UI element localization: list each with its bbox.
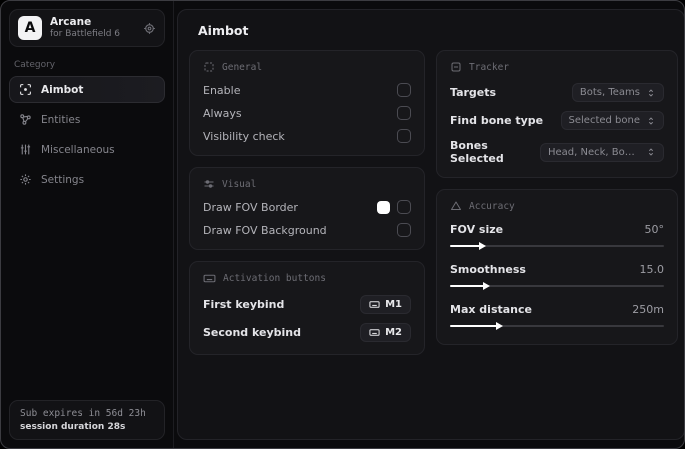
sliders-vertical-icon [19,143,32,156]
sidebar: A Arcane for Battlefield 6 Category Aimb [1,1,174,448]
setting-label: Draw FOV Border [203,200,298,214]
setting-label: First keybind [203,298,285,311]
setting-label: Max distance [450,303,532,316]
slider-value: 15.0 [639,263,665,276]
dropdown-value: Selected bone [568,115,640,126]
setting-label: Draw FOV Background [203,223,327,237]
setting-label: Targets [450,86,497,99]
fov-background-checkbox[interactable] [397,223,411,237]
logo-avatar: A [18,16,42,41]
smoothness-slider[interactable] [450,280,664,292]
keyboard-icon [369,327,380,338]
page-title: Aimbot [198,23,249,38]
chevron-up-down-icon [646,147,656,157]
setting-row-max-distance: Max distance 250m [450,303,664,332]
minus-square-icon [450,61,462,73]
max-distance-slider[interactable] [450,320,664,332]
enable-checkbox[interactable] [397,83,411,97]
accuracy-card: Accuracy FOV size 50° Smoothness 15.0 Ma… [436,189,678,345]
setting-label: Always [203,106,242,120]
setting-row-fov-border: Draw FOV Border [203,200,411,214]
keybind-value: M2 [385,327,402,338]
chevron-up-down-icon [646,116,656,126]
main-panel: Aimbot General Enable Always Visibility … [177,9,684,440]
always-checkbox[interactable] [397,106,411,120]
app-window: A Arcane for Battlefield 6 Category Aimb [0,0,685,449]
sidebar-item-settings[interactable]: Settings [9,166,165,193]
section-title: Activation buttons [223,273,326,284]
keybind-value: M1 [385,299,402,310]
sidebar-item-entities[interactable]: Entities [9,106,165,133]
session-duration-text: session duration 28s [20,422,126,432]
dashed-box-icon [203,61,215,73]
setting-row-second-keybind: Second keybind M2 [203,323,411,342]
setting-label: Smoothness [450,263,526,276]
setting-label: Visibility check [203,129,285,143]
fov-border-color-swatch[interactable] [377,200,390,214]
section-title: General [222,61,263,73]
sidebar-item-label: Entities [41,113,81,126]
crosshair-scan-icon [19,83,32,96]
dropdown-value: Bots, Teams [579,87,640,98]
targets-dropdown[interactable]: Bots, Teams [571,83,664,102]
first-keybind-button[interactable]: M1 [360,295,411,314]
visual-card: Visual Draw FOV Border Draw FOV Backgrou… [189,167,425,250]
sub-expiry-text: Sub expires in 56d 23h [20,408,146,419]
general-card: General Enable Always Visibility check [189,50,425,156]
setting-label: Enable [203,83,241,97]
fov-size-slider[interactable] [450,240,664,252]
sidebar-item-label: Aimbot [41,83,84,96]
setting-row-smoothness: Smoothness 15.0 [450,263,664,292]
dropdown-value: Head, Neck, Body, Pe.. [548,146,640,158]
category-label: Category [14,60,56,71]
keyboard-icon [203,272,216,285]
gear-icon [19,173,32,186]
setting-row-bones-selected: Bones Selected Head, Neck, Body, Pe.. [450,139,664,165]
setting-row-always: Always [203,106,411,120]
subscription-card: Sub expires in 56d 23h session duration … [9,400,165,440]
setting-row-fov-size: FOV size 50° [450,223,664,252]
target-gear-icon[interactable] [143,22,156,35]
main-area: Aimbot General Enable Always Visibility … [174,1,684,448]
setting-label: FOV size [450,223,504,236]
setting-row-fov-background: Draw FOV Background [203,223,411,237]
sidebar-item-label: Settings [41,173,85,186]
triangle-icon [450,200,462,212]
setting-row-enable: Enable [203,83,411,97]
slider-value: 50° [644,223,665,236]
setting-label: Bones Selected [450,139,504,165]
sidebar-item-label: Miscellaneous [41,143,115,156]
find-bone-type-dropdown[interactable]: Selected bone [560,111,664,130]
slider-value: 250m [632,303,664,316]
tracker-card: Tracker Targets Bots, Teams Find bone ty… [436,50,678,178]
activation-card: Activation buttons First keybind M1 Seco… [189,261,425,355]
second-keybind-button[interactable]: M2 [360,323,411,342]
setting-label: Find bone type [450,114,544,127]
fov-border-checkbox[interactable] [397,200,411,214]
sidebar-item-aimbot[interactable]: Aimbot [9,76,165,104]
section-title: Visual [222,178,257,190]
keyboard-icon [369,299,380,310]
setting-row-targets: Targets Bots, Teams [450,83,664,102]
app-title: Arcane [50,16,92,28]
chevron-up-down-icon [646,88,656,98]
sliders-horizontal-icon [203,178,215,190]
app-subtitle: for Battlefield 6 [50,29,121,40]
nodes-icon [19,113,32,126]
setting-row-find-bone-type: Find bone type Selected bone [450,111,664,130]
bones-selected-dropdown[interactable]: Head, Neck, Body, Pe.. [540,142,664,162]
visibility-check-checkbox[interactable] [397,129,411,143]
sidebar-item-miscellaneous[interactable]: Miscellaneous [9,136,165,163]
section-title: Tracker [469,61,510,73]
setting-row-visibility-check: Visibility check [203,129,411,143]
setting-row-first-keybind: First keybind M1 [203,295,411,314]
logo-card: A Arcane for Battlefield 6 [9,9,165,48]
setting-label: Second keybind [203,326,301,339]
section-title: Accuracy [469,200,515,212]
